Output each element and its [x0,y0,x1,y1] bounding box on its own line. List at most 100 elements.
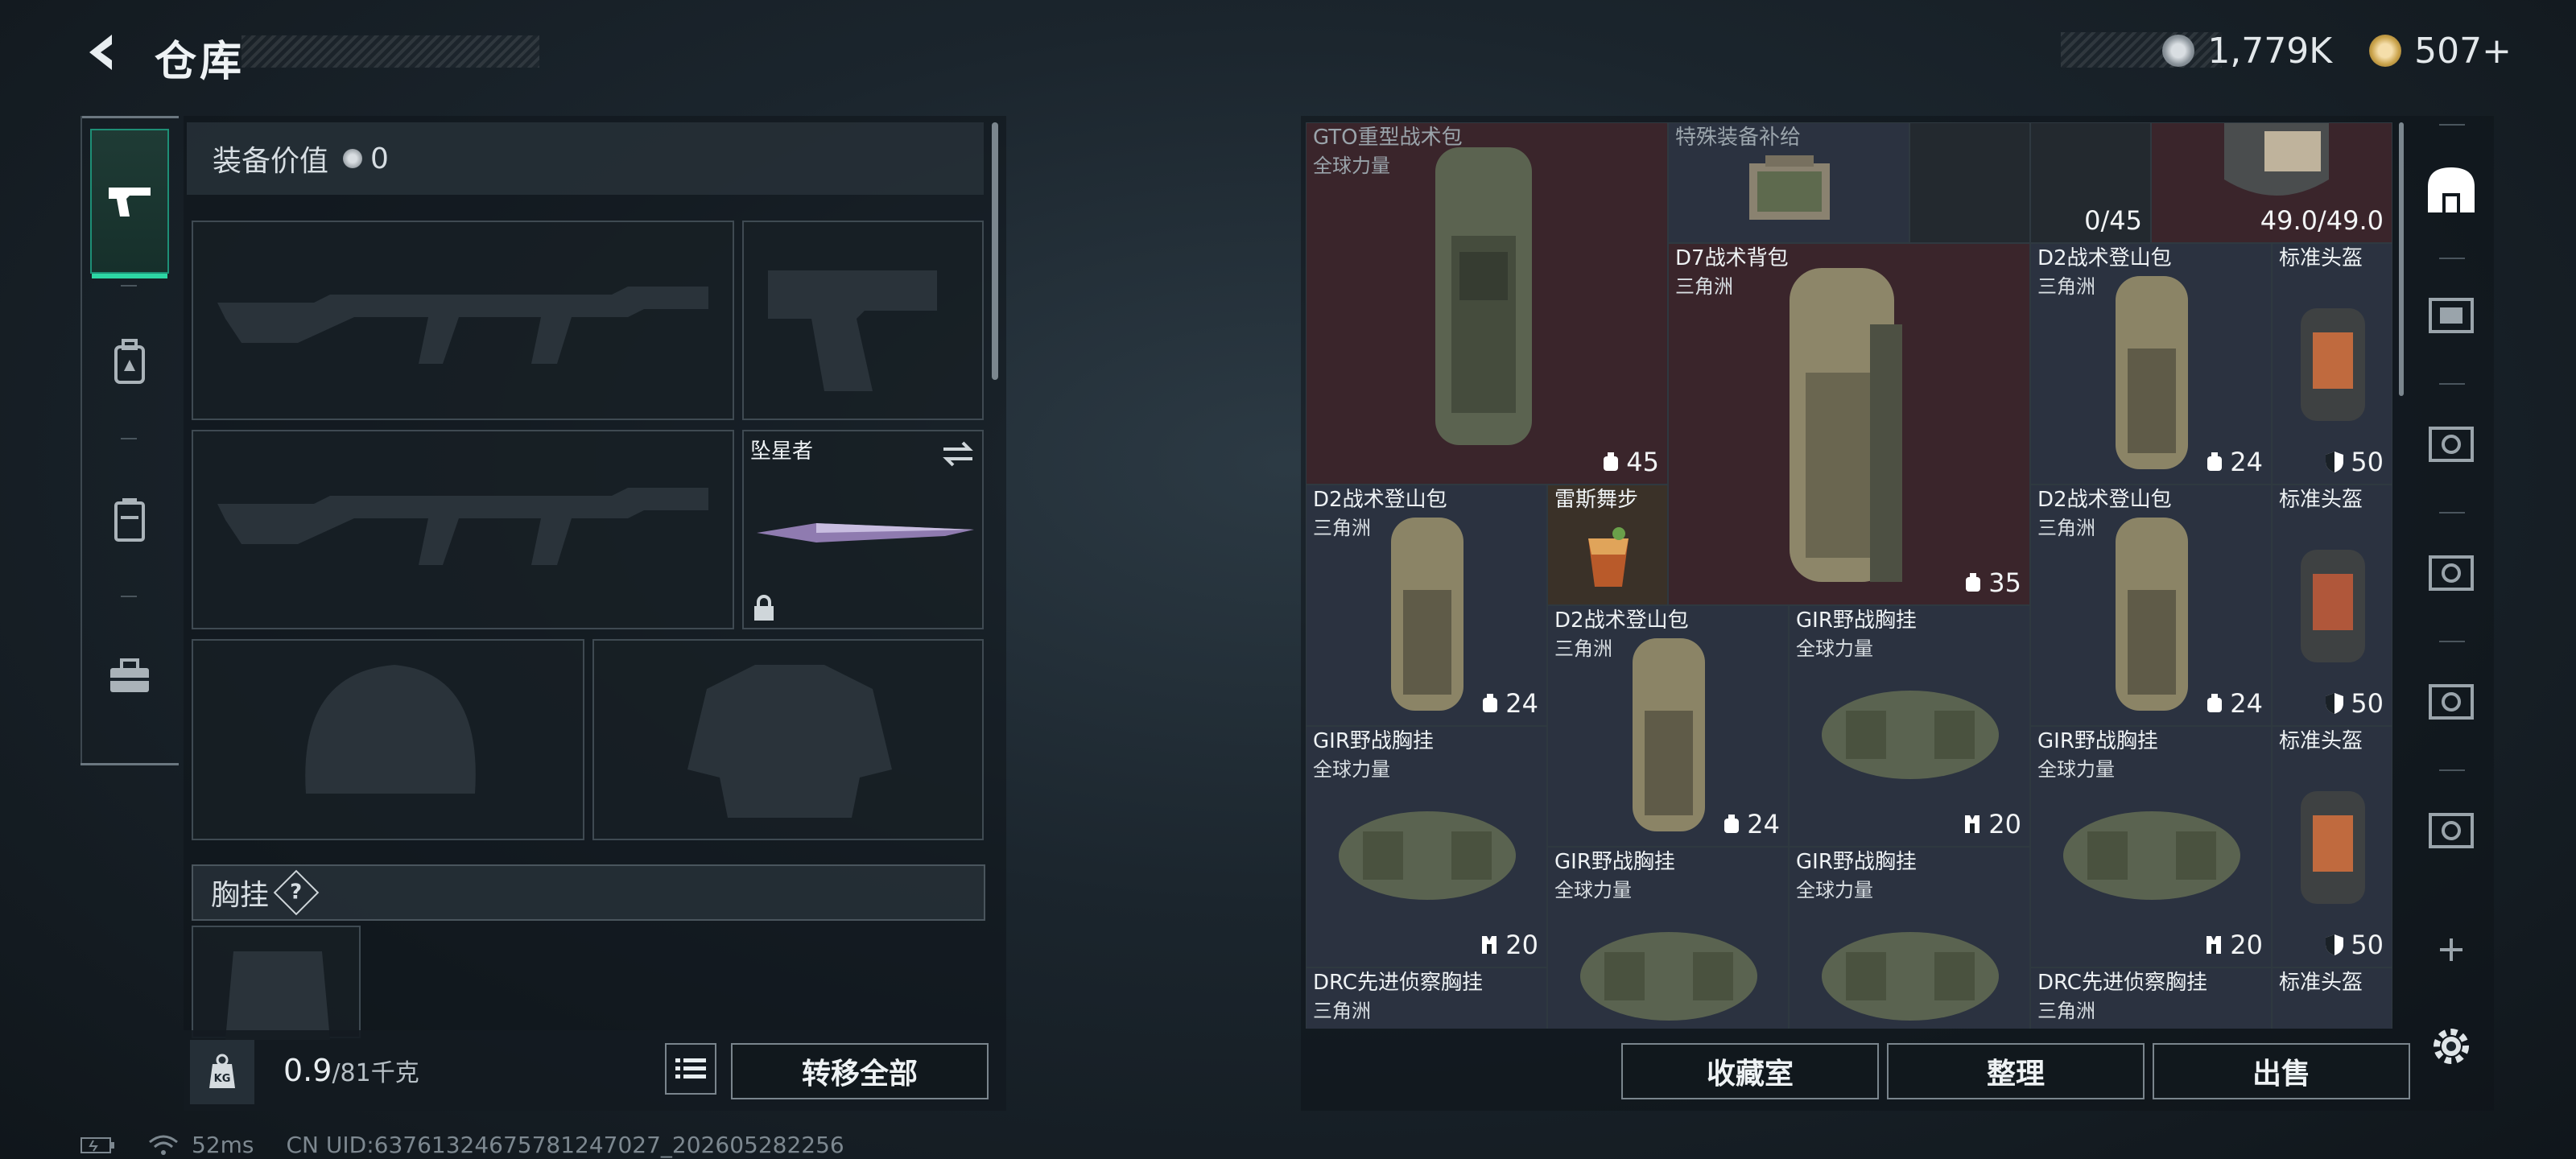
backpack-capacity-icon [2207,694,2223,712]
stash-item[interactable]: D2战术登山包 三角洲 24 [2030,485,2272,726]
chest-rig-icon [1822,932,1999,1021]
stash-item[interactable] [1909,122,2030,243]
shield-icon [2326,693,2344,714]
stash-tab-2-icon [2429,427,2474,462]
knife-icon [757,523,974,542]
pistol-silhouette-icon [768,270,937,391]
backpack-capacity-icon [1724,815,1740,833]
sell-button[interactable]: 出售 [2153,1043,2410,1099]
vest-capacity-icon [1482,936,1497,954]
status-bar: 52ms CN UID:6376132467578124702​7_202605… [80,1132,844,1158]
stash-tab-3[interactable] [2415,528,2487,617]
currency-gold-amount[interactable]: 507+ [2414,31,2512,72]
primary-weapon-slot[interactable] [192,221,734,420]
stash-item[interactable]: GIR野战胸挂 全球力量 20 [1306,726,1547,967]
stash-item[interactable]: D7战术背包 三角洲 35 [1668,243,2030,605]
stash-item[interactable]: GTO重型战术包 全球力量 45 [1306,122,1668,485]
add-stash-tab-button[interactable] [2415,918,2487,982]
chest-rig-silhouette-icon [225,951,330,1040]
wifi-icon [149,1135,178,1155]
stash-tab-1[interactable] [2415,270,2487,359]
nav-separator [2439,383,2465,385]
rifle-silhouette-icon [217,488,708,565]
stash-item[interactable]: DRC先进侦察胸挂 三角洲 [1306,967,1547,1029]
nav-tab-backpack[interactable] [90,290,169,435]
nav-separator [2439,258,2465,259]
nav-tab-vest[interactable] [90,448,169,592]
settings-icon [2434,1029,2469,1064]
stash-item[interactable]: 雷斯舞步 [1547,485,1668,605]
nav-divider [80,116,82,765]
sidearm-slot[interactable] [742,221,984,420]
help-icon[interactable]: ? [273,869,320,916]
vest-capacity-icon [1965,815,1980,833]
page-title: 仓库 [155,38,246,86]
stash-grid: GTO重型战术包 全球力量 45 特殊装备补给 0/45 49.0/49.0 D… [1306,122,2392,1029]
helmet-slot[interactable] [192,639,584,840]
stash-item[interactable]: GIR野战胸挂 全球力量 20 [1789,605,2030,847]
stash-item[interactable]: GIR野战胸挂 全球力量 [1547,847,1789,1029]
stash-item[interactable]: 特殊装备补给 [1668,122,1909,243]
stash-scrollbar[interactable] [2399,122,2404,396]
stash-tab-main[interactable] [2415,145,2487,233]
stash-item[interactable]: 0/45 [2030,122,2151,243]
armor-slot[interactable] [592,639,984,840]
back-arrow-icon [89,35,112,70]
vest-capacity-icon [2207,936,2222,954]
stash-item[interactable]: D2战术登山包 三角洲 24 [1547,605,1789,847]
stash-tab-2[interactable] [2415,399,2487,488]
ping-readout: 52ms [192,1132,254,1158]
stash-item[interactable]: DRC先进侦察胸挂 三角洲 [2030,967,2272,1029]
stash-item[interactable]: 标准头盔 50 [2272,485,2392,726]
helmet-icon [2301,308,2365,421]
collection-room-button[interactable]: 收藏室 [1621,1043,1879,1099]
stash-item[interactable]: GIR野战胸挂 全球力量 20 [2030,726,2272,967]
swap-icon[interactable] [940,439,976,468]
back-button[interactable] [74,24,130,80]
nav-tab-toolbox[interactable] [90,604,169,749]
nav-separator [121,596,137,597]
currency-bar: 1,779K 507+ [2061,30,2512,72]
stash-item[interactable]: 标准头盔 50 [2272,243,2392,485]
stash-item[interactable]: GIR野战胸挂 全球力量 [1789,847,2030,1029]
backpack-icon [2116,518,2188,711]
weight-current: 0.9 [283,1053,332,1088]
stash-item[interactable]: D2战术登山包 三角洲 24 [1306,485,1547,726]
melee-slot[interactable]: 坠星者 [742,430,984,629]
nav-separator [2439,124,2465,126]
settings-button[interactable] [2415,1006,2487,1087]
stash-tab-5[interactable] [2415,786,2487,874]
currency-silver-amount: 1,779K [2207,30,2333,72]
list-view-button[interactable] [665,1043,716,1095]
secondary-weapon-slot[interactable] [192,430,734,629]
nav-tab-weapons[interactable] [90,129,169,278]
backpack-icon [1435,147,1532,445]
backpack-capacity-icon [1483,694,1498,712]
chest-rig-icon [1580,932,1757,1021]
stash-tab-4[interactable] [2415,657,2487,745]
stash-tab-3-icon [2429,555,2474,591]
backpack-icon [2116,276,2188,469]
helmet-silhouette-icon [305,665,476,794]
battery-icon [80,1136,114,1153]
gold-coin-icon [2369,35,2402,67]
stash-item[interactable]: 49.0/49.0 [2151,122,2392,243]
stash-icon [2428,167,2475,212]
supply-case-icon [1749,155,1830,220]
stash-item[interactable]: 标准头盔 [2272,967,2392,1029]
nav-separator [2439,512,2465,514]
sort-button[interactable]: 整理 [1887,1043,2145,1099]
toolbox-icon [110,658,149,692]
chest-rig-slot[interactable] [192,926,361,1040]
weight-readout: 0.9/81千克 [283,1053,419,1088]
shield-icon [2326,934,2344,955]
chest-rig-icon [2063,811,2240,900]
loadout-scrollbar[interactable] [992,122,998,380]
backpack-capacity-icon [1604,452,1619,471]
stash-item[interactable]: D2战术登山包 三角洲 24 [2030,243,2272,485]
lock-icon [754,595,774,621]
rifle-silhouette-icon [217,287,708,364]
transfer-all-button[interactable]: 转移全部 [731,1043,989,1099]
cocktail-icon [1588,527,1629,587]
stash-item[interactable]: 标准头盔 50 [2272,726,2392,967]
